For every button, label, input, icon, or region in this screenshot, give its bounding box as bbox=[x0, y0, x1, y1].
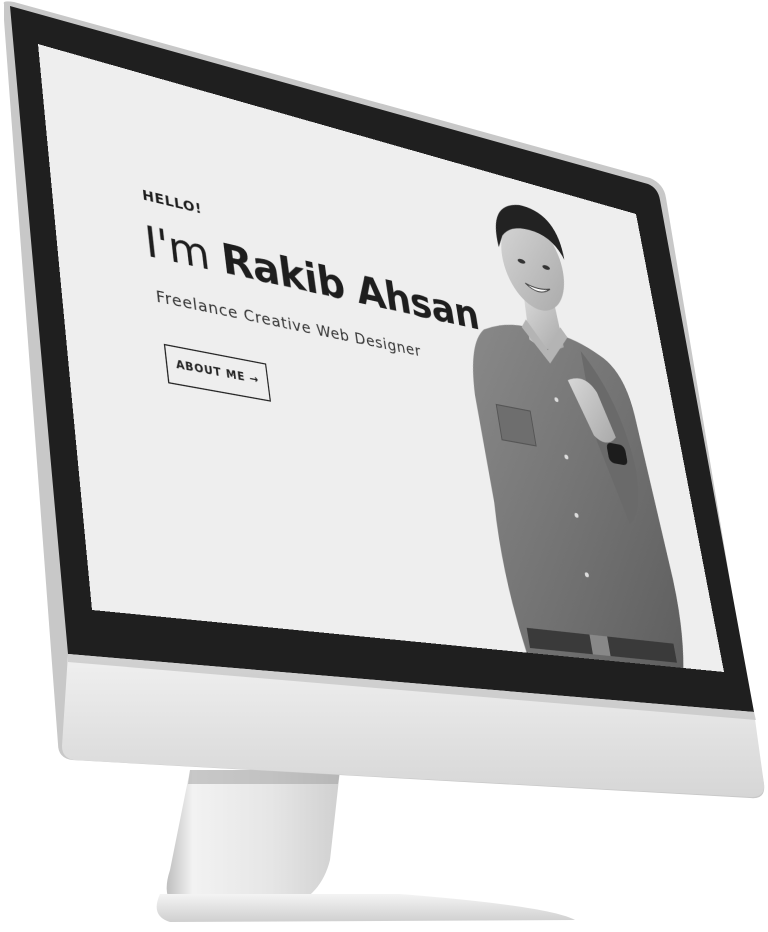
monitor-foot bbox=[156, 894, 575, 922]
hello-label: HELLO! bbox=[141, 186, 203, 218]
about-me-button[interactable]: ABOUT ME → bbox=[163, 343, 271, 402]
imac-mockup: HELLO! I'm Rakib Ahsan Freelance Creativ… bbox=[0, 0, 768, 932]
intro-prefix: I'm bbox=[142, 216, 213, 282]
